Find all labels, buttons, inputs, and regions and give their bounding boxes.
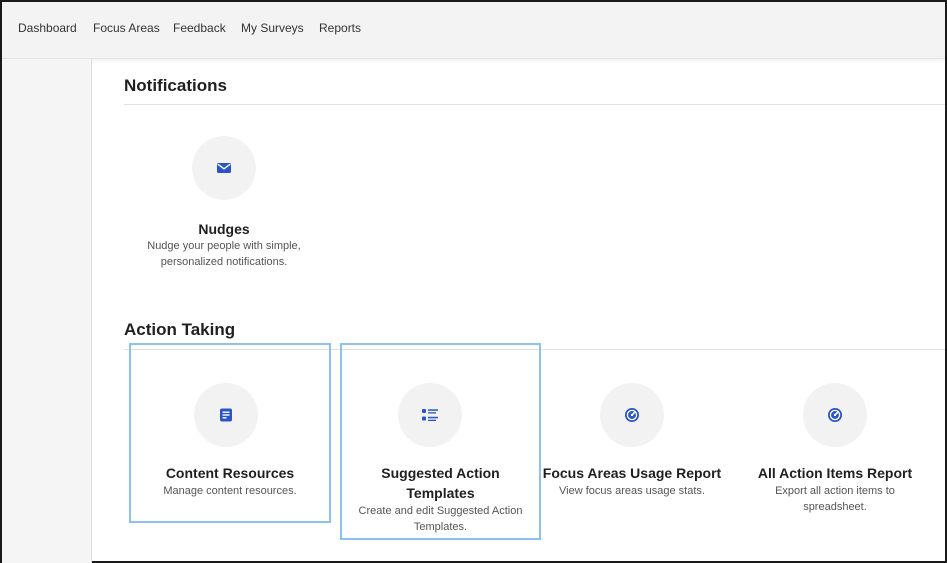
nav-feedback[interactable]: Feedback — [173, 21, 226, 35]
tile-icon-circle — [803, 383, 867, 447]
tile-suggested-action-templates[interactable]: Suggested Action Templates Create and ed… — [340, 343, 541, 540]
tile-all-action-items-report[interactable]: All Action Items Report Export all actio… — [735, 345, 935, 521]
tile-description: personalized notifications. — [160, 256, 288, 268]
list-icon — [422, 409, 438, 421]
tile-nudges[interactable]: Nudges Nudge your people with simple, pe… — [124, 136, 324, 276]
tile-description: Create and edit Suggested Action — [358, 505, 523, 517]
envelope-icon — [217, 163, 231, 173]
tile-title: Focus Areas Usage Report — [542, 465, 722, 481]
nav-focus-areas[interactable]: Focus Areas — [93, 21, 160, 35]
section-title-notifications: Notifications — [124, 76, 227, 95]
tile-title: Content Resources — [165, 465, 295, 481]
tile-title: Nudges — [198, 221, 250, 237]
top-nav: Dashboard Focus Areas Feedback My Survey… — [2, 2, 945, 59]
sidebar — [2, 59, 92, 563]
tile-icon-circle — [398, 383, 462, 447]
tile-focus-areas-usage-report[interactable]: Focus Areas Usage Report View focus area… — [532, 345, 732, 521]
tile-title: All Action Items Report — [757, 465, 913, 481]
tile-description: View focus areas usage stats. — [559, 485, 705, 497]
tile-description: Nudge your people with simple, — [147, 240, 301, 252]
tile-title: Templates — [406, 485, 475, 501]
tile-description: Manage content resources. — [163, 485, 297, 497]
tile-icon-circle — [192, 136, 256, 200]
tile-description: Export all action items to — [775, 485, 895, 497]
tile-description: spreadsheet. — [803, 501, 867, 513]
nav-dashboard[interactable]: Dashboard — [18, 21, 77, 35]
nav-my-surveys[interactable]: My Surveys — [241, 21, 304, 35]
tile-icon-circle — [194, 383, 258, 447]
tile-title: Suggested Action — [381, 465, 500, 481]
tile-content-resources[interactable]: Content Resources Manage content resourc… — [129, 343, 331, 523]
gauge-icon — [828, 408, 842, 422]
nav-reports[interactable]: Reports — [319, 21, 361, 35]
document-icon — [220, 408, 232, 422]
section-title-action-taking: Action Taking — [124, 320, 236, 339]
section-divider — [124, 104, 945, 105]
gauge-icon — [625, 408, 639, 422]
tile-description: Templates. — [413, 521, 468, 533]
tile-icon-circle — [600, 383, 664, 447]
